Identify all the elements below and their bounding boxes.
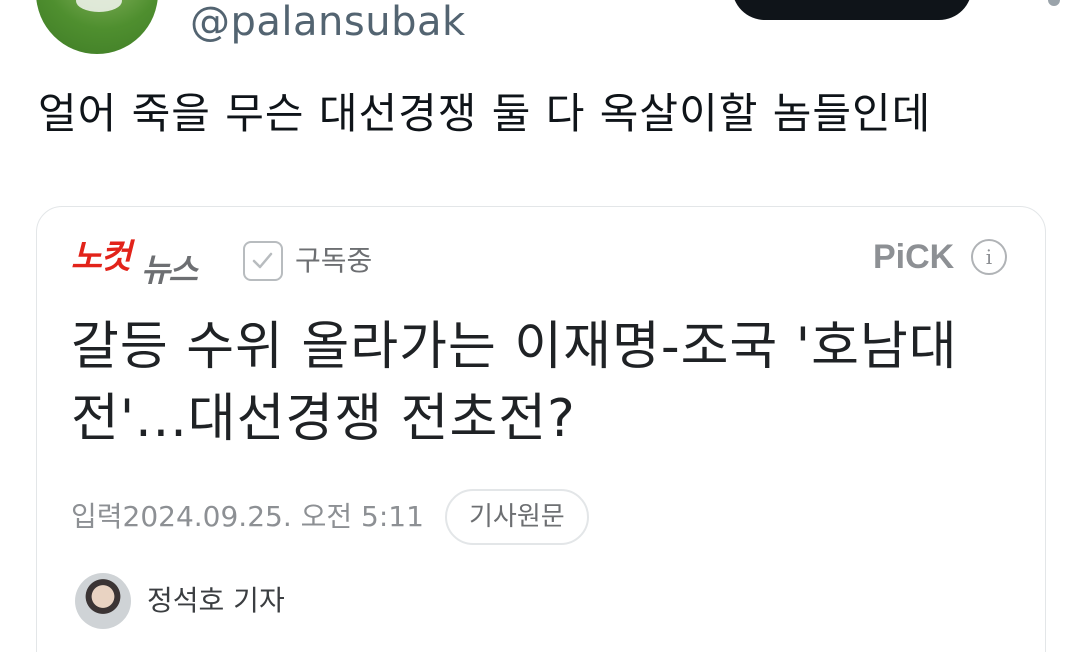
- follow-button[interactable]: [732, 0, 972, 20]
- tweet-text: 얼어 죽을 무슨 대선경쟁 둘 다 옥살이할 놈들인데: [38, 89, 932, 138]
- original-article-button[interactable]: 기사원문: [445, 489, 589, 545]
- tweet-screenshot: @palansubak 얼어 죽을 무슨 대선경쟁 둘 다 옥살이할 놈들인데 …: [0, 0, 1080, 652]
- user-avatar[interactable]: [36, 0, 158, 54]
- subscribe-label[interactable]: 구독중: [295, 243, 372, 279]
- pick-label: PiCK: [873, 238, 955, 276]
- article-headline[interactable]: 갈등 수위 올라가는 이재명-조국 '호남대전'...대선경쟁 전초전?: [71, 311, 1021, 455]
- reporter-avatar: [75, 573, 131, 629]
- reporter-name[interactable]: 정석호 기자: [147, 583, 285, 619]
- info-icon[interactable]: i: [971, 239, 1007, 275]
- avatar-image-detail: [76, 0, 122, 12]
- check-icon[interactable]: [243, 241, 283, 281]
- article-date: 입력2024.09.25. 오전 5:11: [71, 500, 424, 533]
- article-card[interactable]: 노컷 뉴스 구독중 PiCK i 갈등 수위 올라가는 이재명-조국 '호남대전…: [36, 206, 1046, 652]
- nocut-news-logo: 노컷 뉴스: [71, 229, 217, 289]
- logo-red-text: 노컷: [71, 237, 132, 277]
- logo-gray-text: 뉴스: [141, 251, 198, 289]
- more-icon[interactable]: [1048, 0, 1060, 6]
- user-handle[interactable]: @palansubak: [190, 0, 466, 46]
